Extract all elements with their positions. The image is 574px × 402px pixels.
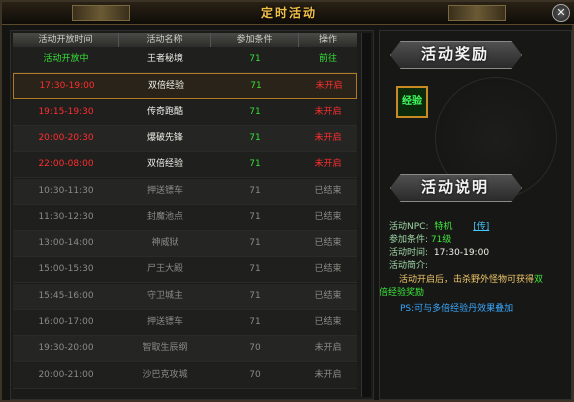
row-time: 15:00-15:30 [38, 264, 94, 275]
activity-list-panel: 活动开放时间 活动名称 参加条件 操作 活动开放中 王者秘境 71 前往 17:30-1… [10, 30, 374, 400]
row-time: 19:30-20:00 [38, 343, 94, 354]
row-level-requirement: 70 [249, 369, 261, 380]
npc-label: 活动NPC: [389, 222, 429, 232]
table-row[interactable]: 11:30-12:30 封魔池点 71 已结束 [13, 204, 357, 231]
table-row[interactable]: 10:30-11:30 押送镖车 71 已结束 [13, 178, 357, 205]
table-header: 活动开放时间 活动名称 参加条件 操作 [13, 33, 357, 48]
row-operation: 未开启 [314, 106, 342, 117]
row-level-requirement: 71 [249, 106, 261, 117]
row-level-requirement: 71 [249, 264, 261, 275]
table-row[interactable]: 19:15-19:30 传奇跑酷 71 未开启 [13, 99, 357, 126]
row-time: 13:00-14:00 [38, 238, 94, 249]
row-time: 10:30-11:30 [38, 185, 94, 196]
row-time: 17:30-19:00 [39, 81, 95, 92]
table-row[interactable]: 20:00-20:30 爆破先锋 71 未开启 [13, 125, 357, 152]
row-time: 16:00-17:00 [38, 317, 94, 327]
condition-line: 参加条件: 71级 [389, 234, 451, 247]
description-banner-text: 活动说明 [420, 178, 489, 196]
npc-name[interactable]: 特机 [434, 222, 452, 232]
close-button[interactable]: ✕ [552, 4, 570, 22]
row-level-requirement: 70 [249, 343, 261, 354]
table-row[interactable]: 13:00-14:00 神威狱 71 已结束 [13, 231, 357, 258]
time-line: 活动时间: 17:30-19:00 [389, 247, 489, 260]
row-activity-name: 王者秘境 [146, 54, 183, 64]
row-operation: 已结束 [314, 211, 342, 222]
row-operation: 已结束 [314, 317, 342, 327]
row-operation: 已结束 [314, 264, 342, 275]
detail-panel: 活动奖励 经验 活动说明 活动NPC: 特机 [传] 参加条件: 71级 活动时… [379, 30, 572, 400]
row-operation[interactable]: 前往 [299, 47, 357, 72]
row-activity-name: 双倍经验 [147, 81, 184, 92]
scrollbar[interactable] [361, 33, 371, 397]
row-time: 11:30-12:30 [38, 211, 94, 222]
row-operation: 已结束 [314, 185, 342, 196]
intro-label: 活动简介: [389, 261, 429, 271]
table-row[interactable]: 15:45-16:00 守卫城主 71 已结束 [13, 283, 357, 310]
header-condition: 参加条件 [211, 33, 299, 47]
row-activity-name: 爆破先锋 [146, 132, 183, 143]
row-activity-name: 押送镖车 [146, 317, 183, 327]
condition-label: 参加条件: [389, 235, 429, 245]
row-activity-name: 智取生辰纲 [142, 343, 188, 354]
row-time: 20:00-20:30 [38, 132, 94, 143]
table-row[interactable]: 20:00-21:00 沙巴克攻城 70 未开启 [13, 362, 357, 389]
row-operation: 未开启 [314, 159, 342, 170]
intro-highlight-1: 双 [534, 275, 544, 285]
row-level-requirement: 71 [249, 132, 261, 143]
row-operation: 已结束 [314, 238, 342, 249]
table-row[interactable]: 15:00-15:30 尸王大殿 71 已结束 [13, 257, 357, 284]
header-name: 活动名称 [119, 33, 211, 47]
row-level-requirement: 71 [249, 238, 261, 249]
row-time: 20:00-21:00 [38, 369, 94, 380]
ps-note: PS:可与多倍经验丹效果叠加 [400, 303, 571, 316]
row-level-requirement: 71 [250, 81, 262, 92]
row-time: 活动开放中 [43, 54, 89, 64]
row-operation: 未开启 [315, 81, 343, 92]
table-row[interactable]: 16:00-17:00 押送镖车 71 已结束 [13, 310, 357, 336]
scheduled-activities-window: 定时活动 ✕ 活动开放时间 活动名称 参加条件 操作 活动开放中 王者秘境 71 前往… [0, 0, 574, 402]
row-time: 15:45-16:00 [38, 290, 94, 301]
row-level-requirement: 71 [249, 317, 261, 327]
time-label: 活动时间: [389, 248, 429, 258]
table-row[interactable]: 22:00-08:00 双倍经验 71 未开启 [13, 152, 357, 179]
row-activity-name: 押送镖车 [146, 185, 183, 196]
reward-banner-text: 活动奖励 [420, 45, 489, 63]
intro-text: 活动开启后，击杀野外怪物可获得双倍经验奖励 [380, 274, 567, 300]
row-time: 19:15-19:30 [38, 106, 94, 117]
table-row[interactable]: 19:30-20:00 智取生辰纲 70 未开启 [13, 336, 357, 363]
title-bar: 定时活动 ✕ [2, 2, 574, 25]
row-activity-name: 双倍经验 [146, 159, 183, 170]
exp-reward-icon[interactable]: 经验 [396, 86, 428, 118]
row-operation: 未开启 [314, 343, 342, 354]
row-activity-name: 尸王大殿 [146, 264, 183, 275]
npc-teleport-link[interactable]: [传] [473, 222, 489, 232]
row-activity-name: 守卫城主 [146, 290, 183, 301]
row-activity-name: 传奇跑酷 [146, 106, 183, 117]
header-operation: 操作 [318, 35, 337, 45]
condition-value: 71级 [430, 235, 452, 245]
intro-line: 活动简介: [389, 260, 428, 273]
ps-text: PS:可与多倍经验丹效果叠加 [400, 304, 514, 314]
window-title: 定时活动 [260, 6, 317, 20]
header-time: 活动开放时间 [13, 33, 119, 47]
row-level-requirement: 71 [249, 54, 261, 64]
intro-body: 活动开启后，击杀野外怪物可获得 [399, 275, 535, 285]
row-activity-name: 沙巴克攻城 [142, 369, 188, 380]
npc-line: 活动NPC: 特机 [传] [389, 221, 489, 234]
table-row[interactable]: 17:30-19:00 双倍经验 71 未开启 [13, 73, 357, 100]
row-operation: 已结束 [314, 290, 342, 301]
row-operation: 未开启 [314, 132, 342, 143]
row-level-requirement: 71 [249, 185, 261, 196]
row-level-requirement: 71 [249, 290, 261, 301]
time-value: 17:30-19:00 [433, 248, 490, 258]
row-level-requirement: 71 [249, 211, 261, 222]
row-time: 22:00-08:00 [38, 159, 94, 170]
row-activity-name: 封魔池点 [146, 211, 183, 222]
row-operation: 未开启 [314, 369, 342, 380]
row-activity-name: 神威狱 [151, 238, 179, 249]
intro-highlight-2: 倍经验奖励 [379, 288, 425, 298]
row-level-requirement: 71 [249, 159, 261, 170]
table-row[interactable]: 活动开放中 王者秘境 71 前往 [13, 47, 357, 73]
